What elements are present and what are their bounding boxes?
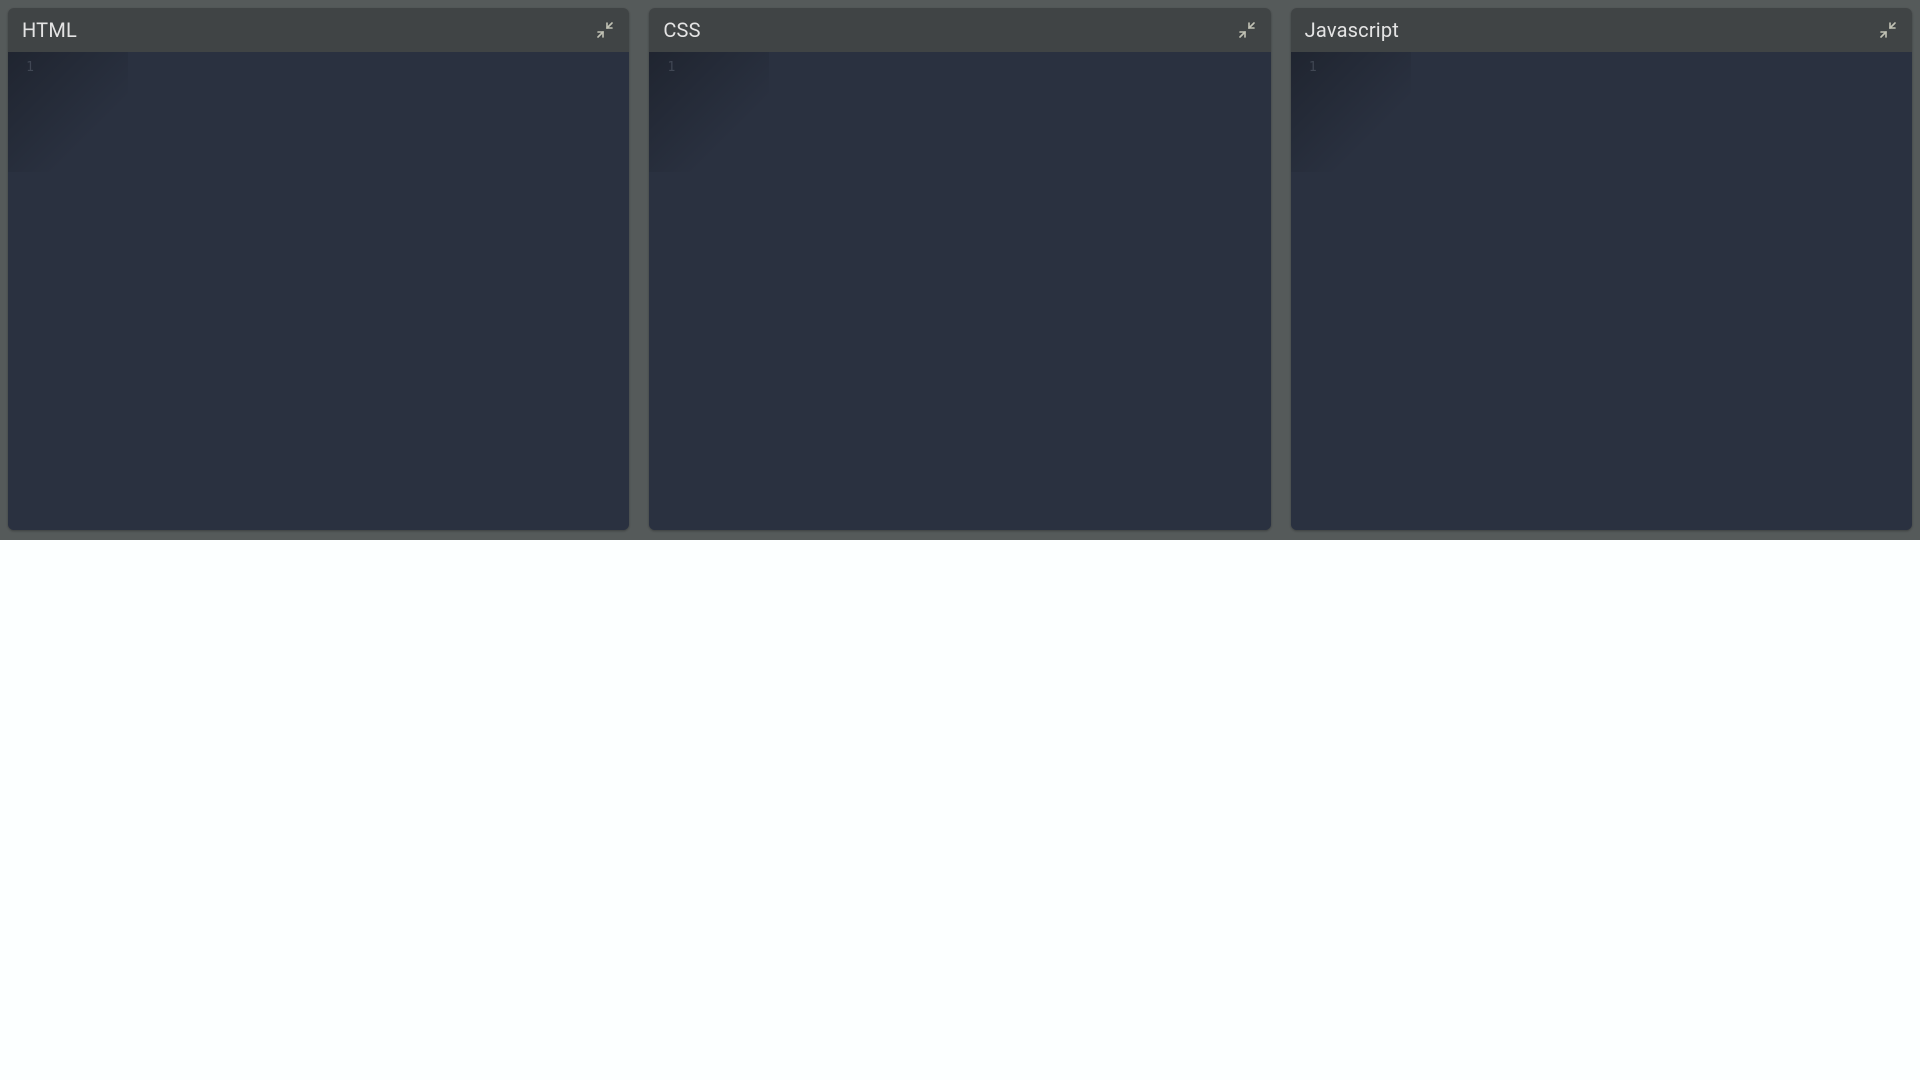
css-code-input[interactable]: [683, 52, 1270, 530]
compress-icon[interactable]: [1878, 20, 1898, 40]
compress-icon[interactable]: [595, 20, 615, 40]
line-number: 1: [649, 60, 675, 75]
html-editor[interactable]: 1: [8, 52, 629, 530]
compress-icon[interactable]: [1237, 20, 1257, 40]
line-gutter: 1: [1291, 52, 1325, 530]
js-panel-title: Javascript: [1305, 18, 1399, 42]
editor-row: HTML 1 CSS: [0, 0, 1920, 540]
js-editor[interactable]: 1: [1291, 52, 1912, 530]
line-gutter: 1: [649, 52, 683, 530]
js-code-input[interactable]: [1325, 52, 1912, 530]
output-preview[interactable]: [0, 540, 1920, 1080]
css-panel-header: CSS: [649, 8, 1270, 52]
js-panel-header: Javascript: [1291, 8, 1912, 52]
html-panel-title: HTML: [22, 18, 77, 42]
line-number: 1: [1291, 60, 1317, 75]
html-panel-header: HTML: [8, 8, 629, 52]
css-editor[interactable]: 1: [649, 52, 1270, 530]
line-gutter: 1: [8, 52, 42, 530]
js-panel: Javascript 1: [1291, 8, 1912, 530]
css-panel-title: CSS: [663, 18, 700, 42]
line-number: 1: [8, 60, 34, 75]
html-panel: HTML 1: [8, 8, 629, 530]
html-code-input[interactable]: [42, 52, 629, 530]
css-panel: CSS 1: [649, 8, 1270, 530]
